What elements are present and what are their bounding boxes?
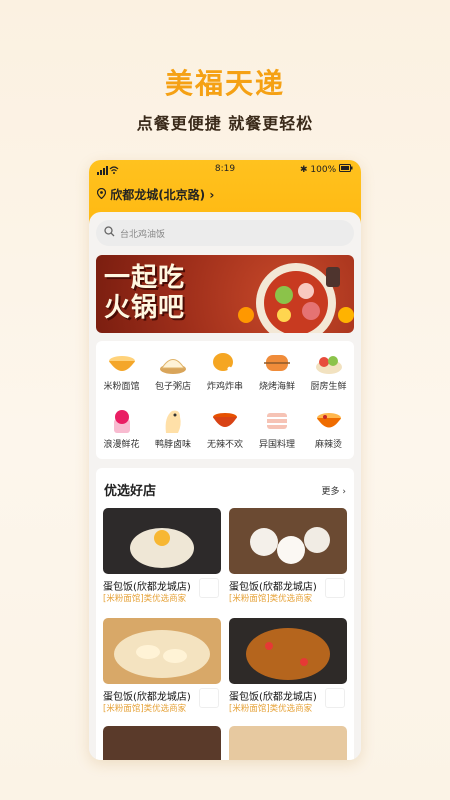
shop-card[interactable]: 蛋包饭(欣都龙城店) [米粉面馆]类优选商家	[229, 618, 347, 714]
shop-image	[229, 618, 347, 684]
category-noodles[interactable]: 米粉面馆	[96, 349, 147, 399]
shop-logo	[325, 578, 345, 598]
bbq-icon	[264, 355, 290, 371]
location-selector[interactable]: 欣都龙城(北京路) ›	[96, 186, 215, 203]
shop-card[interactable]: 蛋包饭(欣都龙城店) [米粉面馆]类优选商家	[103, 508, 221, 604]
foreign-cuisine-icon	[267, 413, 287, 429]
shop-image	[229, 726, 347, 760]
shop-tag: [米粉面馆]类优选商家	[229, 704, 313, 714]
hotpot-icon	[316, 413, 341, 428]
shop-name: 蛋包饭(欣都龙城店)	[103, 582, 191, 593]
category-grid: 米粉面馆 包子粥店 炸鸡炸串 烧烤海鲜 厨房生鲜 浪漫鲜花 鸭脖卤味 无辣不欢 …	[96, 341, 354, 459]
battery-icon	[339, 164, 353, 175]
shop-tag: [米粉面馆]类优选商家	[103, 594, 187, 604]
chevron-right-icon: ›	[342, 487, 346, 497]
category-label: 包子粥店	[154, 382, 191, 392]
shop-tag: [米粉面馆]类优选商家	[229, 594, 313, 604]
more-link[interactable]: 更多 ›	[322, 484, 347, 497]
noodle-bowl-icon	[108, 356, 135, 371]
hotpot-banner[interactable]: 一起吃 火锅吧	[96, 255, 354, 333]
category-duck[interactable]: 鸭脖卤味	[147, 407, 199, 457]
duck-icon	[165, 410, 181, 433]
phone-frame: 8:19 ✱ 100% 欣都龙城(北京路) › 台北鸡油饭 一起吃 火锅吧 米粉…	[89, 160, 361, 760]
category-buns[interactable]: 包子粥店	[147, 349, 199, 399]
category-fried-chicken[interactable]: 炸鸡炸串	[199, 349, 251, 399]
shop-name: 蛋包饭(欣都龙城店)	[229, 582, 317, 593]
location-pin-icon	[96, 187, 110, 202]
promo-subline: 点餐更便捷 就餐更轻松	[136, 114, 314, 133]
flower-icon	[113, 410, 130, 433]
section-title: 优选好店	[104, 484, 157, 499]
bun-icon	[160, 359, 186, 374]
shop-name: 蛋包饭(欣都龙城店)	[103, 692, 191, 703]
category-bbq[interactable]: 烧烤海鲜	[251, 349, 303, 399]
shop-card[interactable]: 蛋包饭(欣都龙城店) [米粉面馆]类优选商家	[229, 508, 347, 604]
category-label: 米粉面馆	[103, 382, 140, 392]
category-fresh[interactable]: 厨房生鲜	[303, 349, 354, 399]
fresh-produce-icon	[315, 356, 342, 374]
more-label: 更多	[321, 487, 340, 497]
category-spicy[interactable]: 无辣不欢	[199, 407, 251, 457]
category-label: 麻辣烫	[314, 440, 342, 450]
shop-name: 蛋包饭(欣都龙城店)	[229, 692, 317, 703]
shop-tag: [米粉面馆]类优选商家	[103, 704, 187, 714]
shop-image	[229, 508, 347, 574]
search-input[interactable]: 台北鸡油饭	[96, 220, 354, 246]
category-label: 鸭脖卤味	[154, 440, 191, 450]
shop-image	[103, 618, 221, 684]
shop-image	[103, 726, 221, 760]
shop-logo	[325, 688, 345, 708]
bluetooth-icon: ✱	[299, 165, 308, 175]
shop-logo	[199, 688, 219, 708]
location-label: 欣都龙城(北京路)	[110, 188, 206, 202]
search-icon	[104, 226, 115, 240]
chevron-right-icon: ›	[209, 188, 215, 202]
category-label: 浪漫鲜花	[103, 440, 140, 450]
shop-image	[103, 508, 221, 574]
category-label: 厨房生鲜	[310, 382, 347, 392]
category-flowers[interactable]: 浪漫鲜花	[96, 407, 147, 457]
status-bar: 8:19 ✱ 100%	[89, 164, 361, 178]
category-label: 无辣不欢	[206, 440, 243, 450]
spicy-icon	[213, 413, 237, 427]
shop-logo	[199, 578, 219, 598]
category-label: 炸鸡炸串	[206, 382, 243, 392]
fried-chicken-icon	[213, 353, 236, 374]
hotpot-illustration	[238, 263, 354, 333]
shop-card[interactable]: 蛋包饭(欣都龙城店) [米粉面馆]类优选商家	[103, 618, 221, 714]
featured-shops-section: 优选好店 更多 › 蛋包饭(欣都龙城店) [米粉面馆]类优选商家 蛋包饭(欣都龙…	[96, 468, 354, 760]
promo-headline: 美福天递	[164, 67, 285, 100]
category-foreign[interactable]: 异国料理	[251, 407, 303, 457]
category-malatang[interactable]: 麻辣烫	[303, 407, 354, 457]
main-content: 台北鸡油饭 一起吃 火锅吧 米粉面馆 包子粥店 炸鸡炸串 烧烤海鲜 厨房生鲜 浪…	[89, 212, 361, 760]
category-label: 烧烤海鲜	[258, 382, 295, 392]
category-label: 异国料理	[258, 440, 295, 450]
search-placeholder: 台北鸡油饭	[120, 230, 166, 240]
battery-text: 100%	[310, 165, 337, 175]
